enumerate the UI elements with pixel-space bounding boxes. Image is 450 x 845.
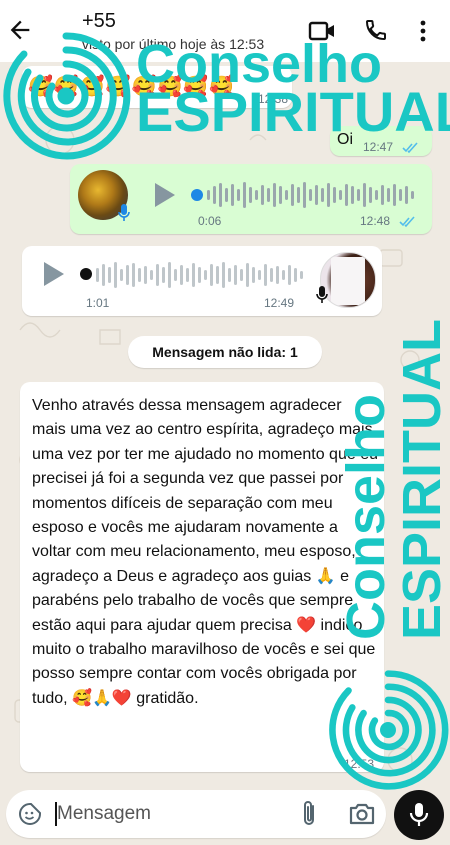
read-ticks-icon [399,216,415,228]
message-input[interactable] [57,800,277,828]
message-text: Venho através dessa mensagem agradecer m… [32,397,378,707]
message-time: 12:49 [264,296,295,310]
maze-logo-watermark [329,670,449,790]
record-voice-button[interactable] [394,790,444,840]
contact-avatar [320,252,376,308]
watermark-line2: ESPIRITUAL [136,80,450,143]
maze-logo-watermark [3,32,131,160]
audio-progress-handle[interactable] [80,268,92,280]
play-button[interactable] [44,262,64,286]
audio-duration: 0:06 [198,214,222,228]
read-ticks-icon [402,142,418,154]
play-button[interactable] [155,183,175,207]
microphone-icon [409,803,429,826]
message-time: 12:48 [360,214,391,228]
audio-duration: 1:01 [86,296,110,310]
microphone-icon [118,204,130,221]
unread-messages-divider: Mensagem não lida: 1 [128,336,322,368]
watermark-line2-vertical: ESPIRITUAL [392,318,450,640]
emoji-sticker-icon[interactable] [18,802,42,826]
watermark-line1-vertical: Conselho [336,393,396,640]
paperclip-icon[interactable] [298,800,320,828]
audio-progress-handle[interactable] [191,189,203,201]
more-vert-icon[interactable] [416,18,430,44]
audio-waveform [96,262,303,288]
audio-waveform [207,182,414,208]
microphone-icon [316,286,328,303]
camera-icon[interactable] [348,801,376,827]
